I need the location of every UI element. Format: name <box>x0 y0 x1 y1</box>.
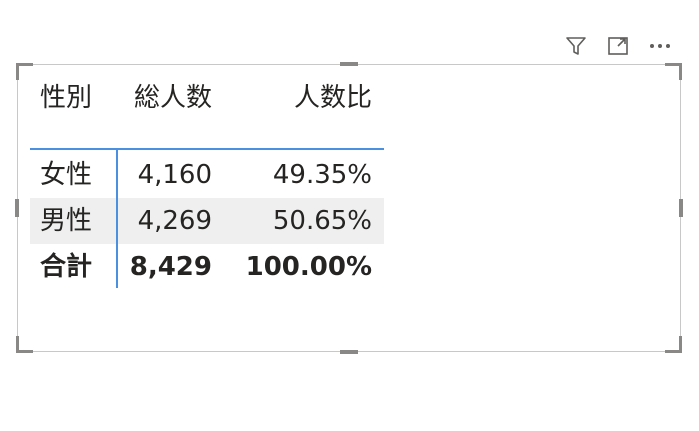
total-ratio: 100.00% <box>245 252 372 282</box>
cell-ratio: 50.65% <box>272 206 372 236</box>
more-options-icon[interactable] <box>646 34 674 58</box>
resize-handle-right[interactable] <box>679 199 683 217</box>
column-header-count[interactable]: 総人数 <box>116 72 228 124</box>
total-label: 合計 <box>40 252 93 282</box>
resize-handle-bottom[interactable] <box>340 350 358 354</box>
total-count: 8,429 <box>129 252 212 282</box>
cell-count: 4,269 <box>137 206 212 236</box>
table-body: 女性 4,160 49.35% 男性 4,269 50.65% 合計 8,429… <box>30 152 384 290</box>
focus-mode-icon[interactable] <box>604 34 632 58</box>
table-row: 女性 4,160 49.35% <box>30 152 384 198</box>
visual-header <box>562 34 674 58</box>
resize-handle-left[interactable] <box>15 199 19 217</box>
resize-corner-bottom-left[interactable] <box>16 336 33 353</box>
cell-gender: 男性 <box>40 206 93 236</box>
column-header-ratio[interactable]: 人数比 <box>228 72 384 124</box>
data-table: 性別 総人数 人数比 女性 4,160 49.35% 男性 4,269 50.6… <box>30 72 384 288</box>
table-header-row: 性別 総人数 人数比 <box>30 72 384 124</box>
resize-corner-bottom-right[interactable] <box>665 336 682 353</box>
row-header-divider <box>116 150 118 288</box>
cell-gender: 女性 <box>40 160 93 190</box>
resize-corner-top-right[interactable] <box>665 63 682 80</box>
header-divider <box>30 148 384 150</box>
table-total-row: 合計 8,429 100.00% <box>30 244 384 290</box>
table-row: 男性 4,269 50.65% <box>30 198 384 244</box>
cell-ratio: 49.35% <box>272 160 372 190</box>
resize-handle-top[interactable] <box>340 62 358 66</box>
filter-icon[interactable] <box>562 34 590 58</box>
cell-count: 4,160 <box>137 160 212 190</box>
column-header-gender[interactable]: 性別 <box>30 72 116 124</box>
